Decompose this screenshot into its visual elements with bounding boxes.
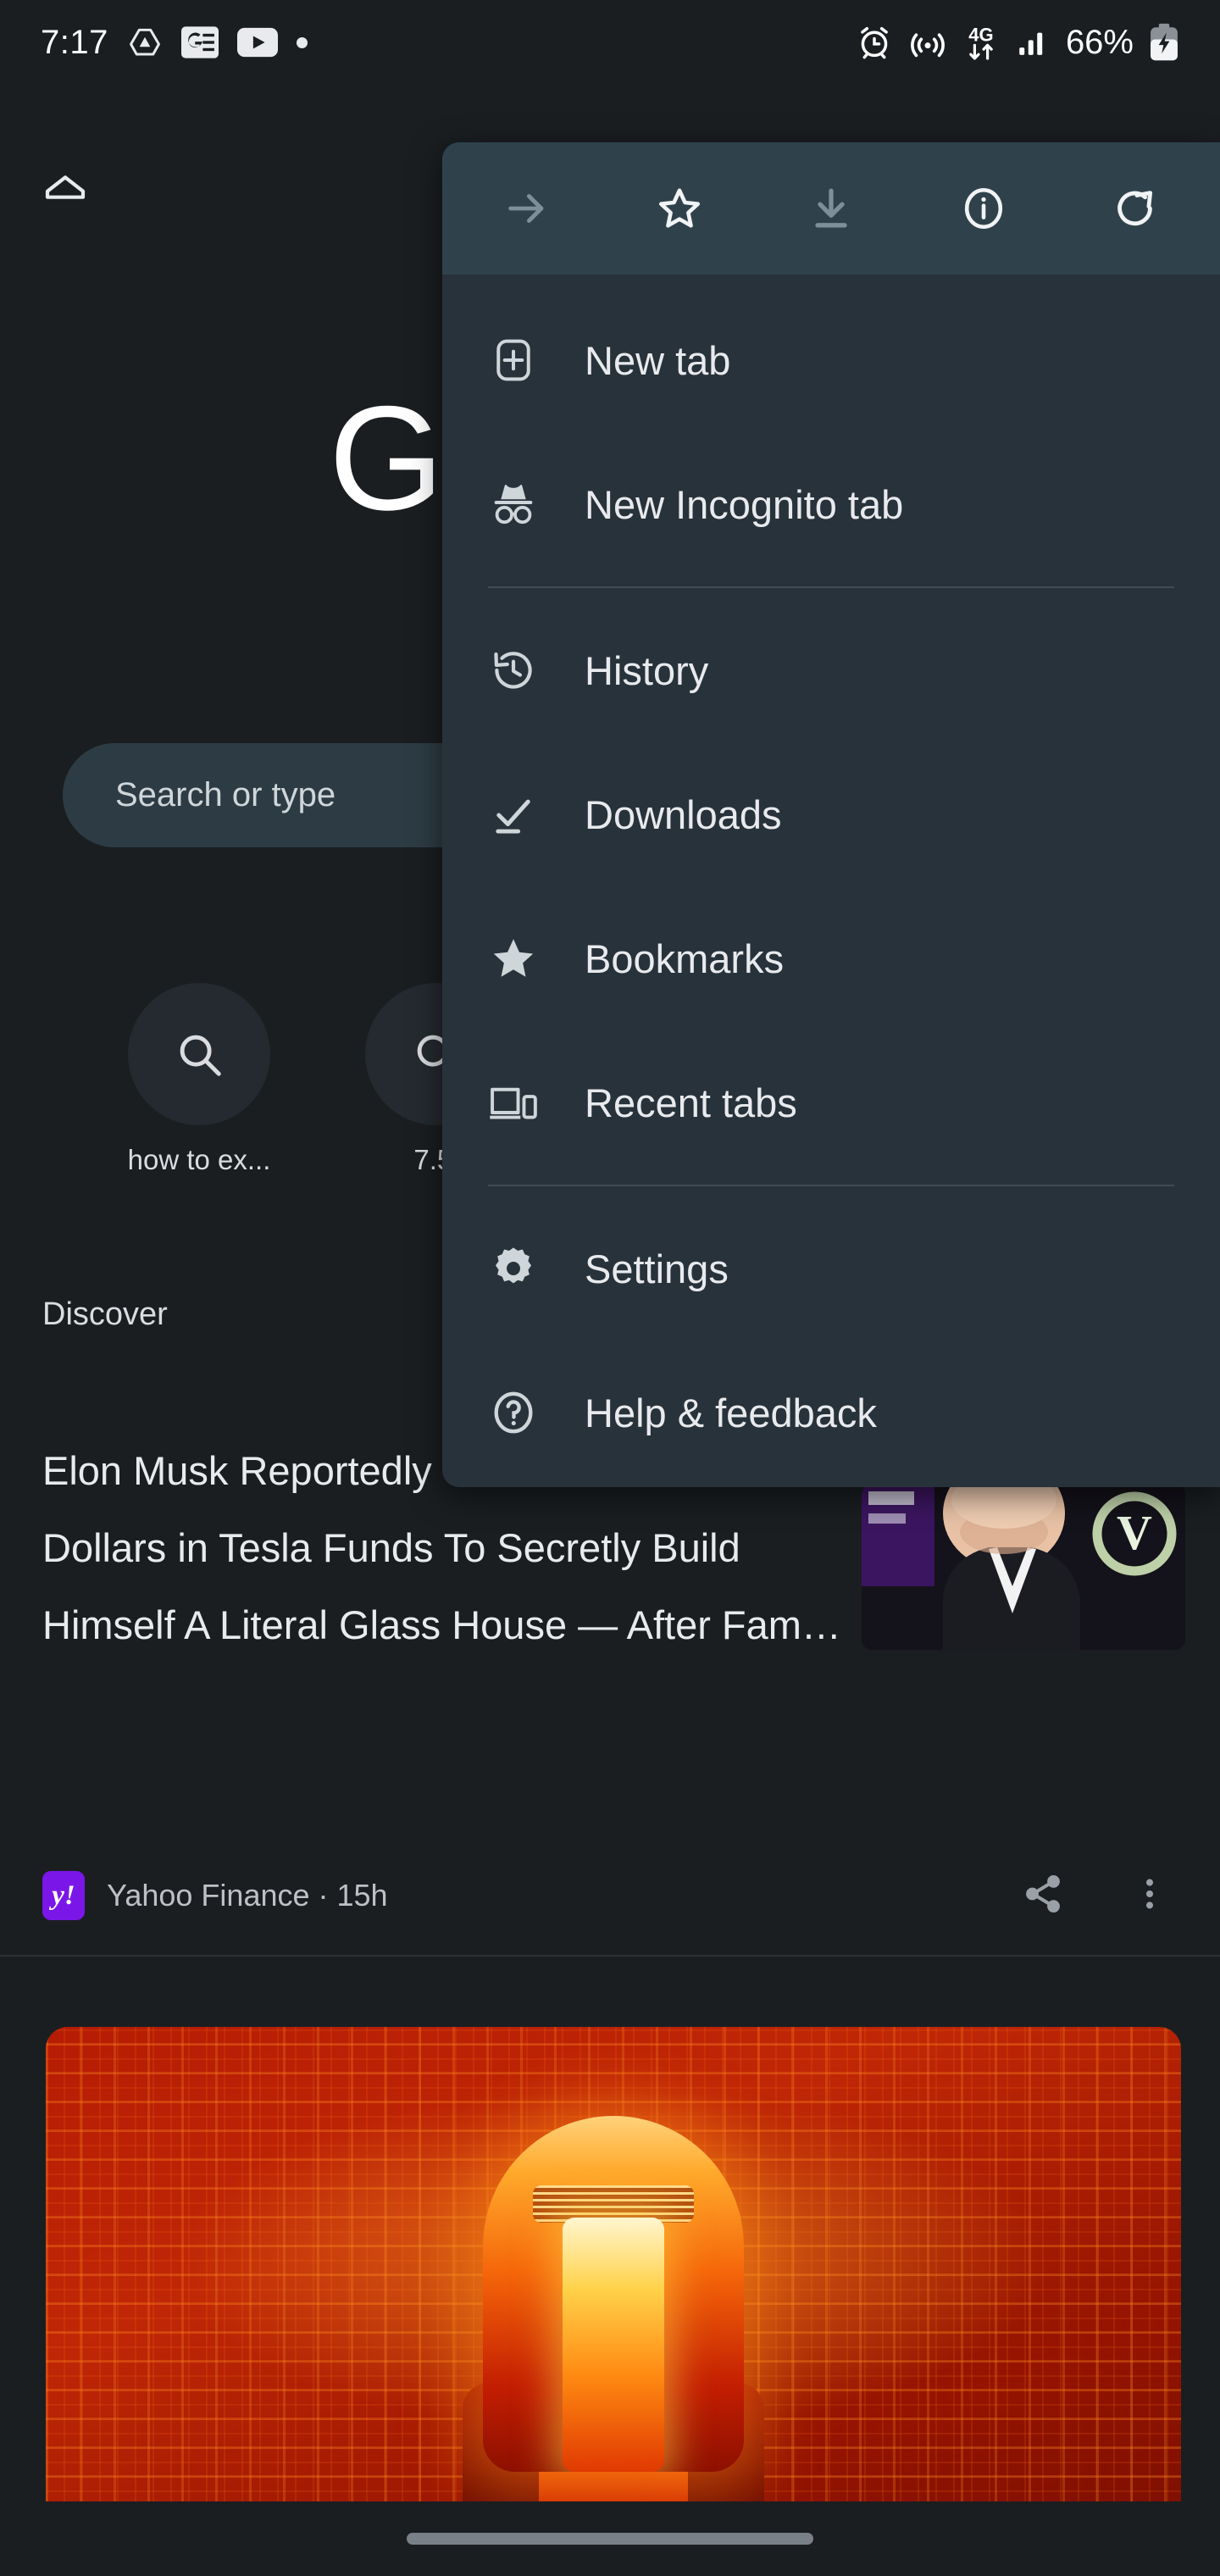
shortcut-tile-label: how to ex... <box>127 1144 271 1175</box>
menu-item-new-tab[interactable]: New tab <box>442 288 1220 432</box>
reload-icon[interactable] <box>1095 168 1176 249</box>
menu-item-label: Settings <box>585 1246 729 1291</box>
status-bar: 7:17 4G 66% <box>0 0 1220 85</box>
hotspot-icon <box>908 24 947 61</box>
menu-item-label: New tab <box>585 337 731 383</box>
forward-icon[interactable] <box>486 168 568 249</box>
article-byline: y! Yahoo Finance · 15h <box>42 1871 1178 1920</box>
robot-head-artwork <box>463 2116 764 2535</box>
feed-divider <box>0 1955 1220 1957</box>
menu-item-label: Downloads <box>585 791 782 837</box>
history-icon <box>488 645 539 696</box>
menu-separator <box>488 586 1174 588</box>
menu-item-bookmarks[interactable]: Bookmarks <box>442 886 1220 1030</box>
home-icon[interactable] <box>39 169 92 221</box>
download-icon[interactable] <box>790 168 872 249</box>
recent-tabs-icon <box>488 1077 539 1128</box>
battery-percent-label: 66% <box>1065 23 1134 61</box>
menu-item-history[interactable]: History <box>442 598 1220 742</box>
signal-bars-icon <box>1015 25 1051 60</box>
robot-visor <box>563 2218 664 2472</box>
bookmarks-star-icon <box>488 933 539 984</box>
article-thumbnail: V <box>862 1485 1185 1650</box>
menu-item-label: History <box>585 647 709 693</box>
status-bar-right: 4G 66% <box>856 23 1179 62</box>
menu-separator <box>488 1185 1174 1186</box>
shortcut-tile[interactable]: how to ex... <box>127 983 271 1176</box>
more-options-icon[interactable] <box>1130 1873 1169 1919</box>
drive-icon <box>127 25 163 60</box>
chrome-overflow-menu: New tab New Incognito tab History Downlo… <box>442 142 1220 1487</box>
menu-item-label: Help & feedback <box>585 1390 877 1435</box>
menu-item-help-feedback[interactable]: Help & feedback <box>442 1341 1220 1485</box>
settings-gear-icon <box>488 1243 539 1294</box>
mobile-data-4g-icon: 4G <box>962 23 1000 62</box>
yahoo-finance-logo: y! <box>42 1871 85 1920</box>
discover-header: Discover <box>42 1296 168 1332</box>
article-source-time: Yahoo Finance · 15h <box>107 1878 388 1913</box>
menu-item-new-incognito-tab[interactable]: New Incognito tab <box>442 432 1220 576</box>
battery-charging-icon <box>1149 23 1179 62</box>
incognito-icon <box>488 479 539 530</box>
menu-item-settings[interactable]: Settings <box>442 1196 1220 1341</box>
dot-indicator-icon <box>296 36 308 48</box>
menu-items-list: New tab New Incognito tab History Downlo… <box>442 275 1220 1485</box>
bookmark-star-icon[interactable] <box>639 168 720 249</box>
status-bar-left: 7:17 <box>41 24 308 62</box>
feed-article-image-card[interactable] <box>46 2027 1181 2535</box>
help-circle-icon <box>488 1387 539 1438</box>
page-info-icon[interactable] <box>943 168 1024 249</box>
downloads-icon <box>488 789 539 840</box>
share-icon[interactable] <box>1022 1873 1064 1919</box>
menu-quick-actions-toolbar <box>442 142 1220 275</box>
menu-item-label: Recent tabs <box>585 1080 797 1125</box>
new-tab-icon <box>488 335 539 386</box>
robot-head <box>483 2116 744 2472</box>
menu-item-recent-tabs[interactable]: Recent tabs <box>442 1030 1220 1174</box>
svg-text:V: V <box>1117 1505 1152 1560</box>
article-actions <box>1022 1873 1178 1919</box>
menu-item-label: Bookmarks <box>585 935 785 981</box>
menu-item-label: New Incognito tab <box>585 481 904 527</box>
status-bar-clock: 7:17 <box>41 23 108 61</box>
alarm-icon <box>856 24 893 61</box>
menu-item-downloads[interactable]: Downloads <box>442 742 1220 886</box>
omnibox-placeholder: Search or type <box>115 776 336 813</box>
google-news-icon <box>180 26 219 58</box>
youtube-icon <box>236 27 278 58</box>
search-icon <box>128 983 270 1125</box>
svg-text:4G: 4G <box>968 24 993 45</box>
system-navigation-bar <box>0 2501 1220 2576</box>
home-gesture-pill[interactable] <box>407 2533 813 2545</box>
